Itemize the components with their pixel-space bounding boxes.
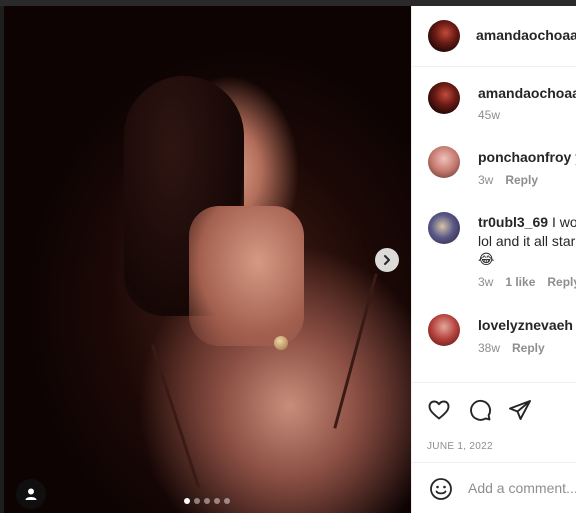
comment-username[interactable]: lovelyznevaeh 💗 [478,317,576,334]
comment-likes[interactable]: 1 like [505,275,535,289]
comment-meta: 38w Reply [478,341,545,355]
comment-icon [470,399,491,421]
comment-emoji: 😂 [478,251,495,267]
next-slide-button[interactable] [375,248,399,272]
carousel-dot [214,498,220,504]
comment-text: I wo [551,214,576,230]
carousel-dot [184,498,190,504]
comment-username[interactable]: tr0ubl3_69 I wo [478,214,576,230]
comment-input[interactable] [468,478,576,498]
carousel-indicator [184,498,230,504]
comment-age: 38w [478,341,501,355]
comment-author[interactable]: lovelyznevaeh [478,317,573,333]
share-button[interactable] [507,397,533,423]
post-date: JUNE 1, 2022 [427,441,493,452]
comment-composer [412,462,576,513]
photo-strap-left [150,344,201,488]
comment-meta: 3w 1 like Reply [478,275,576,289]
photo-pendant [274,336,288,350]
carousel-dot [194,498,200,504]
comment-username[interactable]: ponchaonfroy y [478,149,576,165]
emoji-icon [430,478,452,500]
comment-avatar[interactable] [428,212,460,244]
post-image[interactable] [4,6,411,513]
emoji-button[interactable] [428,476,454,502]
like-button[interactable] [426,397,452,423]
comment-text-continued: lol and it all star [478,233,576,249]
caption-age: 45w [478,108,501,122]
tagged-users-button[interactable] [16,479,46,509]
author-avatar[interactable] [428,20,460,52]
comment-meta: 3w Reply [478,173,538,187]
carousel-dot [204,498,210,504]
photo-neck [189,206,304,346]
heart-icon [428,400,450,420]
comment-avatar[interactable] [428,146,460,178]
carousel-dot [224,498,230,504]
caption-username[interactable]: amandaochoaa [478,85,576,101]
chevron-right-icon [384,255,390,265]
reply-button[interactable]: Reply [512,341,545,355]
comment-avatar[interactable] [428,314,460,346]
comment-age: 3w [478,275,494,289]
comment-author[interactable]: ponchaonfroy [478,149,571,165]
share-icon [509,400,531,420]
comment-button[interactable] [467,397,493,423]
caption-meta: 45w [478,108,500,122]
comment-author[interactable]: tr0ubl3_69 [478,214,548,230]
reply-button[interactable]: Reply [547,275,576,289]
comment-age: 3w [478,173,494,187]
user-icon [25,488,37,500]
caption-avatar[interactable] [428,82,460,114]
post-side-panel: amandaochoaa amandaochoaa 45w ponchaonfr… [411,6,576,513]
post-header: amandaochoaa [412,6,576,67]
reply-button[interactable]: Reply [505,173,538,187]
author-username[interactable]: amandaochoaa [476,27,576,43]
photo-strap-right [333,273,378,429]
